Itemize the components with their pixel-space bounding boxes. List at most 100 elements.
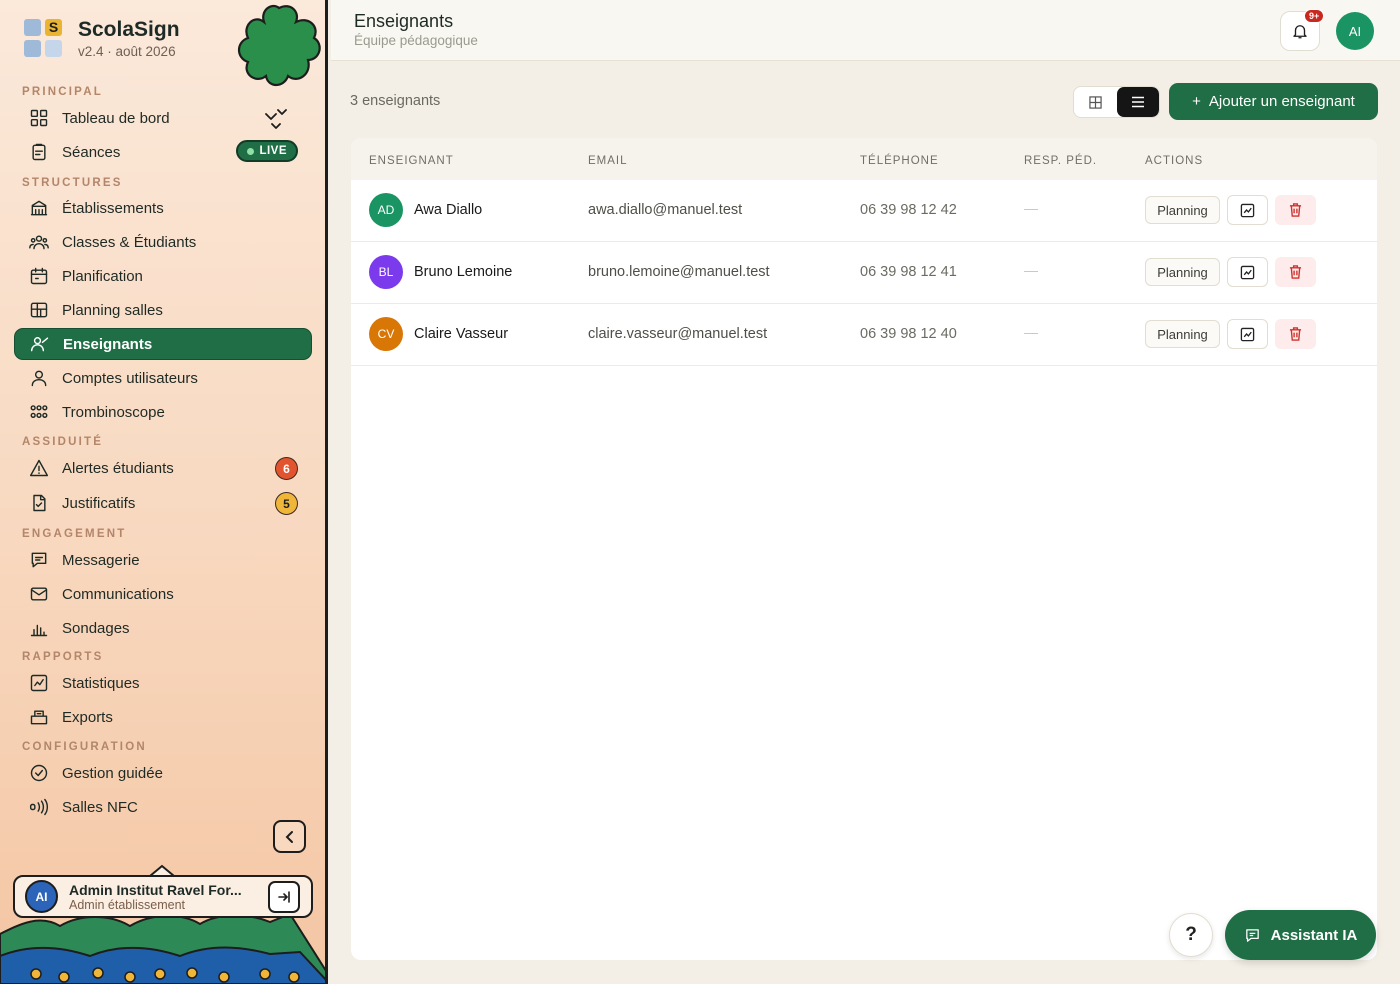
- list-icon: [1131, 96, 1144, 108]
- document-check-icon: [14, 493, 62, 513]
- sidebar-item-label: Établissements: [62, 199, 164, 217]
- teacher-icon: [15, 334, 63, 354]
- sidebar-item-trombinoscope[interactable]: Trombinoscope: [14, 396, 312, 428]
- chevrons-down-icon[interactable]: [262, 104, 290, 132]
- calendar-icon: [14, 266, 62, 286]
- table-row[interactable]: CV Claire Vasseur claire.vasseur@manuel.…: [351, 304, 1377, 366]
- teacher-resp: —: [1024, 200, 1038, 216]
- user-card[interactable]: AI Admin Institut Ravel For... Admin éta…: [13, 875, 313, 918]
- sidebar-item-gestion-guidee[interactable]: Gestion guidée: [14, 757, 312, 789]
- sidebar-item-label: Séances: [62, 143, 121, 161]
- sidebar-item-etablissements[interactable]: Établissements: [14, 192, 312, 224]
- section-assiduite: ASSIDUITÉ: [22, 436, 104, 448]
- chart-line-icon: [14, 673, 62, 693]
- planning-button[interactable]: Planning: [1145, 258, 1220, 286]
- grid-icon: [1089, 95, 1102, 109]
- delete-button[interactable]: [1275, 195, 1316, 225]
- section-configuration: CONFIGURATION: [22, 741, 147, 753]
- teacher-email: claire.vasseur@manuel.test: [588, 326, 768, 342]
- sidebar-item-messagerie[interactable]: Messagerie: [14, 544, 312, 576]
- teacher-phone: 06 39 98 12 41: [860, 264, 957, 280]
- teacher-email: bruno.lemoine@manuel.test: [588, 264, 770, 280]
- avatar: AD: [369, 193, 403, 227]
- view-toggle: [1073, 86, 1160, 118]
- sidebar-item-label: Gestion guidée: [62, 764, 163, 782]
- trash-icon: [1289, 203, 1302, 217]
- table-header: ENSEIGNANT EMAIL TÉLÉPHONE RESP. PÉD. AC…: [351, 138, 1377, 180]
- avatar[interactable]: AI: [1336, 12, 1374, 50]
- chat-icon: [1245, 928, 1259, 942]
- grid-view-button[interactable]: [1074, 87, 1117, 117]
- sidebar-item-sondages[interactable]: Sondages: [14, 612, 312, 644]
- stats-button[interactable]: [1227, 195, 1268, 225]
- mail-icon: [14, 584, 62, 604]
- sidebar-item-justificatifs[interactable]: Justificatifs 5: [14, 487, 312, 519]
- collapse-sidebar-button[interactable]: [273, 820, 306, 853]
- sidebar-item-label: Planning salles: [62, 301, 163, 319]
- user-role: Admin établissement: [69, 897, 186, 912]
- bell-icon: [1293, 25, 1307, 39]
- sidebar-item-alertes[interactable]: Alertes étudiants 6: [14, 452, 312, 484]
- list-view-button[interactable]: [1116, 87, 1159, 117]
- sidebar-item-label: Enseignants: [63, 335, 153, 353]
- teacher-resp: —: [1024, 324, 1038, 340]
- delete-button[interactable]: [1275, 257, 1316, 287]
- table-row[interactable]: BL Bruno Lemoine bruno.lemoine@manuel.te…: [351, 242, 1377, 304]
- table-row[interactable]: AD Awa Diallo awa.diallo@manuel.test 06 …: [351, 180, 1377, 242]
- help-button[interactable]: ?: [1169, 913, 1213, 957]
- plus-icon: +: [1192, 93, 1201, 110]
- sidebar-item-comptes[interactable]: Comptes utilisateurs: [14, 362, 312, 394]
- planning-button[interactable]: Planning: [1145, 196, 1220, 224]
- teacher-phone: 06 39 98 12 42: [860, 202, 957, 218]
- trash-icon: [1289, 265, 1302, 279]
- sidebar-item-label: Comptes utilisateurs: [62, 369, 198, 387]
- logout-icon: [278, 891, 290, 903]
- sidebar-item-label: Salles NFC: [62, 798, 138, 816]
- users-icon: [14, 232, 62, 252]
- stats-button[interactable]: [1227, 257, 1268, 287]
- stats-button[interactable]: [1227, 319, 1268, 349]
- delete-button[interactable]: [1275, 319, 1316, 349]
- trash-icon: [1289, 327, 1302, 341]
- add-teacher-button[interactable]: + Ajouter un enseignant: [1169, 83, 1378, 120]
- chevron-left-icon: [285, 830, 293, 843]
- brand-name: ScolaSign: [78, 18, 180, 41]
- sidebar-item-label: Alertes étudiants: [62, 459, 174, 477]
- sidebar-item-label: Exports: [62, 708, 113, 726]
- notification-count-badge: 9+: [1304, 9, 1325, 23]
- avatar: AI: [25, 880, 58, 913]
- sidebar-item-exports[interactable]: Exports: [14, 701, 312, 733]
- bar-chart-icon: [14, 618, 62, 638]
- teacher-name: Awa Diallo: [414, 202, 483, 218]
- grid-calendar-icon: [14, 300, 62, 320]
- clipboard-icon: [14, 142, 62, 162]
- sidebar-item-classes[interactable]: Classes & Étudiants: [14, 226, 312, 258]
- column-header-enseignant: ENSEIGNANT: [369, 155, 454, 167]
- sidebar-item-planification[interactable]: Planification: [14, 260, 312, 292]
- page-title: Enseignants: [354, 11, 454, 31]
- assistant-ia-button[interactable]: Assistant IA: [1225, 910, 1376, 960]
- sidebar-item-statistiques[interactable]: Statistiques: [14, 667, 312, 699]
- sidebar-item-seances[interactable]: Séances LIVE: [14, 136, 312, 168]
- justificatifs-count-badge: 5: [275, 492, 298, 515]
- sidebar-item-enseignants[interactable]: Enseignants: [14, 328, 312, 360]
- column-header-actions: ACTIONS: [1145, 155, 1204, 167]
- sidebar-item-label: Communications: [62, 585, 174, 603]
- face-grid-icon: [14, 402, 62, 422]
- sidebar-item-label: Messagerie: [62, 551, 140, 569]
- sidebar-item-communications[interactable]: Communications: [14, 578, 312, 610]
- avatar: BL: [369, 255, 403, 289]
- top-header: Enseignants Équipe pédagogique 9+ AI: [331, 0, 1400, 61]
- logout-button[interactable]: [268, 881, 300, 913]
- sidebar-item-label: Planification: [62, 267, 143, 285]
- dashboard-icon: [14, 108, 62, 128]
- sidebar-item-planning-salles[interactable]: Planning salles: [14, 294, 312, 326]
- sidebar-item-salles-nfc[interactable]: Salles NFC: [14, 791, 312, 823]
- section-rapports: RAPPORTS: [22, 651, 104, 663]
- planning-button[interactable]: Planning: [1145, 320, 1220, 348]
- teacher-name: Claire Vasseur: [414, 326, 509, 342]
- add-teacher-label: Ajouter un enseignant: [1208, 93, 1355, 110]
- building-icon: [14, 198, 62, 218]
- brand[interactable]: S ScolaSign v2.4 · août 2026: [24, 18, 180, 59]
- user-name: Admin Institut Ravel For...: [69, 881, 242, 898]
